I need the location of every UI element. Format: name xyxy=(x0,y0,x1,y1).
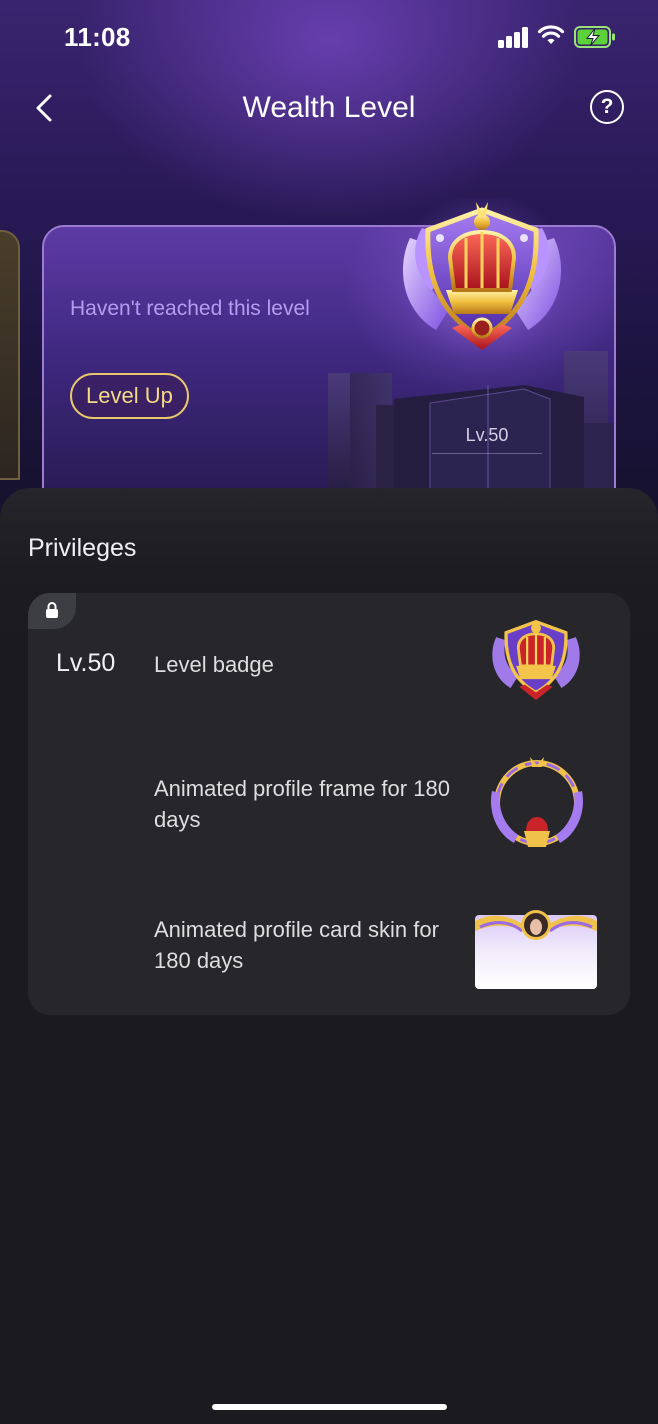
card-level-label: Lv.50 xyxy=(465,425,509,445)
battery-charging-icon xyxy=(574,26,615,48)
privileges-card: Lv.50 Level badge Animated profile frame… xyxy=(28,593,630,1015)
profile-frame-icon xyxy=(490,757,584,847)
privileges-title: Privileges xyxy=(28,534,137,562)
privilege-level-label: Lv.50 xyxy=(56,649,116,677)
wifi-icon xyxy=(537,25,565,44)
status-time: 11:08 xyxy=(64,22,131,52)
privileges-sheet: Privileges Lv.50 Level badge Animated pr… xyxy=(0,488,658,1424)
screen: 11:08 Wealth Level ? Haven't reached thi… xyxy=(0,0,658,1424)
page-title: Wealth Level xyxy=(242,91,416,124)
lock-icon xyxy=(46,602,58,618)
signal-icon xyxy=(498,26,530,48)
crown-badge-icon xyxy=(492,619,580,701)
privilege-label-profile-card-skin: Animated profile card skin for 180 days xyxy=(154,917,439,973)
status-bar: 11:08 xyxy=(0,0,658,80)
level-status-text: Haven't reached this level xyxy=(70,297,310,320)
home-indicator[interactable] xyxy=(212,1404,447,1410)
level-up-button[interactable]: Level Up xyxy=(70,373,189,419)
privilege-label-level-badge: Level badge xyxy=(154,652,274,677)
profile-card-skin-icon xyxy=(475,910,597,989)
lock-badge xyxy=(28,593,76,629)
hero-header: 11:08 Wealth Level ? Haven't reached thi… xyxy=(0,0,658,520)
help-button[interactable]: ? xyxy=(590,90,624,124)
previous-level-card[interactable] xyxy=(0,230,20,480)
privilege-label-profile-frame: Animated profile frame for 180 days xyxy=(154,776,450,832)
crown-badge-icon xyxy=(394,198,570,366)
divider xyxy=(432,453,542,454)
